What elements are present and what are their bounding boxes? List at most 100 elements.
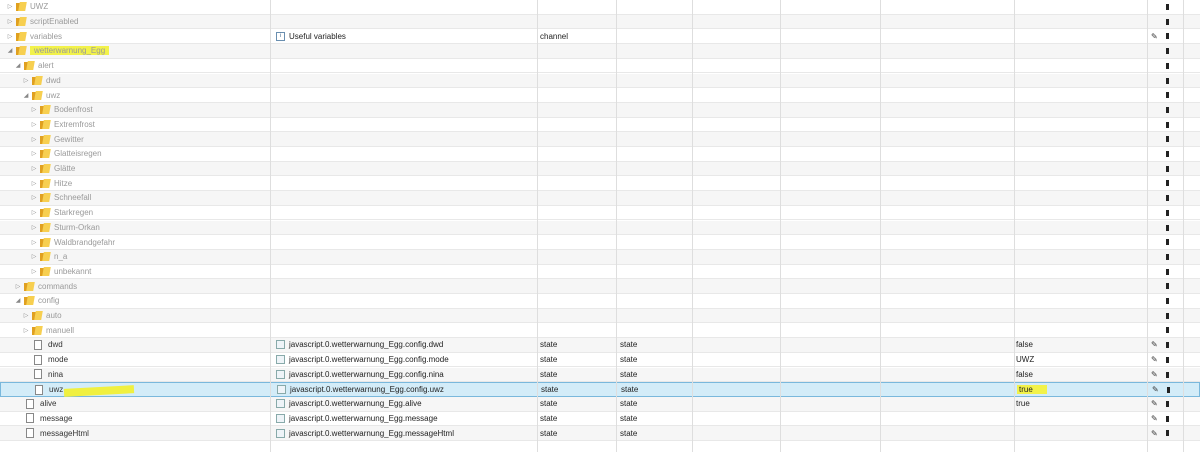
table-row[interactable]: ▷ UWZ	[0, 0, 1200, 15]
expand-toggle-icon[interactable]: ▷	[30, 136, 38, 143]
table-row[interactable]: dwd javascript.0.wetterwarnung_Egg.config…	[0, 338, 1200, 353]
delete-icon[interactable]	[1166, 33, 1169, 40]
tree-item-label[interactable]: Bodenfrost	[54, 105, 93, 114]
expand-toggle-icon[interactable]: ▷	[14, 283, 22, 290]
tree-item-label[interactable]: dwd	[48, 340, 63, 349]
edit-pencil-icon[interactable]: ✎	[1152, 383, 1159, 396]
delete-icon[interactable]	[1166, 298, 1169, 304]
delete-icon[interactable]	[1166, 136, 1169, 143]
expand-toggle-icon[interactable]: ▷	[30, 150, 38, 157]
delete-icon[interactable]	[1166, 106, 1169, 113]
table-row[interactable]: ▷ Starkregen	[0, 206, 1200, 221]
expand-toggle-icon[interactable]: ▷	[30, 224, 38, 231]
expand-toggle-icon[interactable]: ▷	[30, 209, 38, 216]
delete-icon[interactable]	[1166, 327, 1169, 334]
table-row[interactable]: ▷ auto	[0, 308, 1200, 324]
tree-item-label[interactable]: config	[38, 296, 59, 305]
delete-icon[interactable]	[1166, 356, 1169, 363]
expand-toggle-icon[interactable]: ▷	[6, 18, 14, 25]
tree-item-label[interactable]: Glätte	[54, 164, 75, 173]
table-row[interactable]: ◢ uwz	[0, 88, 1200, 103]
tree-item-label[interactable]: Glatteisregen	[54, 149, 102, 158]
tree-item-label[interactable]: auto	[46, 311, 62, 320]
edit-pencil-icon[interactable]: ✎	[1151, 29, 1158, 43]
delete-icon[interactable]	[1166, 283, 1169, 290]
table-row[interactable]: ▷ Bodenfrost	[0, 102, 1200, 118]
tree-item-label[interactable]: uwz	[49, 385, 63, 394]
delete-icon[interactable]	[1166, 77, 1169, 84]
tree-item-label[interactable]: alive	[40, 399, 56, 408]
value-cell[interactable]: true	[1016, 397, 1030, 411]
table-row[interactable]: uwz javascript.0.wetterwarnung_Egg.config…	[0, 382, 1200, 397]
delete-icon[interactable]	[1166, 180, 1169, 187]
edit-pencil-icon[interactable]: ✎	[1151, 338, 1158, 352]
delete-icon[interactable]	[1166, 151, 1169, 157]
collapse-toggle-icon[interactable]: ◢	[14, 62, 22, 69]
value-cell[interactable]: true	[1017, 383, 1047, 396]
delete-icon[interactable]	[1166, 268, 1169, 275]
delete-icon[interactable]	[1166, 165, 1169, 172]
table-row[interactable]: ▷ unbekannt	[0, 265, 1200, 280]
table-row[interactable]: ▷ dwd	[0, 73, 1200, 89]
table-row[interactable]: ▷ scriptEnabled	[0, 14, 1200, 30]
delete-icon[interactable]	[1166, 430, 1169, 437]
table-row[interactable]: ◢ config	[0, 294, 1200, 309]
table-row[interactable]: ▷ Extremfrost	[0, 118, 1200, 133]
tree-item-label[interactable]: dwd	[46, 76, 61, 85]
table-row[interactable]: ▷ Sturm-Orkan	[0, 220, 1200, 236]
tree-item-label[interactable]: uwz	[46, 91, 60, 100]
collapse-toggle-icon[interactable]: ◢	[6, 47, 14, 54]
delete-icon[interactable]	[1166, 62, 1169, 69]
table-row[interactable]: ▷ Hitze	[0, 176, 1200, 192]
table-row[interactable]: ▷ commands	[0, 279, 1200, 294]
delete-icon[interactable]	[1166, 121, 1169, 128]
table-row[interactable]: ◢ alert	[0, 59, 1200, 74]
expand-toggle-icon[interactable]: ▷	[22, 312, 30, 319]
edit-pencil-icon[interactable]: ✎	[1151, 368, 1158, 382]
delete-icon[interactable]	[1166, 253, 1169, 260]
table-row[interactable]: ▷ Gewitter	[0, 132, 1200, 147]
collapse-toggle-icon[interactable]: ◢	[22, 92, 30, 99]
tree-item-label[interactable]: variables	[30, 32, 62, 41]
table-row[interactable]: mode javascript.0.wetterwarnung_Egg.confi…	[0, 353, 1200, 368]
table-row[interactable]: ◢ wetterwarnung_Egg	[0, 44, 1200, 59]
edit-pencil-icon[interactable]: ✎	[1151, 353, 1158, 367]
table-row[interactable]: ▷ variables i Useful variables channel ✎	[0, 29, 1200, 45]
table-row[interactable]: ▷ manuell	[0, 323, 1200, 339]
tree-item-label[interactable]: Hitze	[54, 179, 72, 188]
delete-icon[interactable]	[1167, 387, 1170, 394]
tree-item-label[interactable]: Sturm-Orkan	[54, 223, 100, 232]
tree-item-label[interactable]: Schneefall	[54, 193, 91, 202]
table-row[interactable]: messageHtml javascript.0.wetterwarnung_Eg…	[0, 426, 1200, 441]
tree-item-label[interactable]: wetterwarnung_Egg	[30, 46, 110, 56]
table-row[interactable]: ▷ Waldbrandgefahr	[0, 235, 1200, 250]
expand-toggle-icon[interactable]: ▷	[22, 327, 30, 334]
delete-icon[interactable]	[1166, 342, 1169, 349]
edit-pencil-icon[interactable]: ✎	[1151, 412, 1158, 426]
tree-item-label[interactable]: n_a	[54, 252, 67, 261]
delete-icon[interactable]	[1166, 92, 1169, 99]
delete-icon[interactable]	[1166, 224, 1169, 231]
expand-toggle-icon[interactable]: ▷	[30, 268, 38, 275]
collapse-toggle-icon[interactable]: ◢	[14, 297, 22, 304]
expand-toggle-icon[interactable]: ▷	[6, 33, 14, 40]
tree-item-label[interactable]: Extremfrost	[54, 120, 95, 129]
table-row[interactable]: ▷ Glatteisregen	[0, 147, 1200, 162]
expand-toggle-icon[interactable]: ▷	[30, 180, 38, 187]
tree-item-label[interactable]: nina	[48, 370, 63, 379]
expand-toggle-icon[interactable]: ▷	[30, 121, 38, 128]
delete-icon[interactable]	[1166, 4, 1169, 10]
delete-icon[interactable]	[1166, 18, 1169, 25]
value-cell[interactable]: UWZ	[1016, 353, 1034, 367]
delete-icon[interactable]	[1166, 239, 1169, 246]
delete-icon[interactable]	[1166, 415, 1169, 422]
table-row[interactable]: alive javascript.0.wetterwarnung_Egg.aliv…	[0, 396, 1200, 412]
table-row[interactable]: nina javascript.0.wetterwarnung_Egg.confi…	[0, 367, 1200, 383]
expand-toggle-icon[interactable]: ▷	[30, 239, 38, 246]
expand-toggle-icon[interactable]: ▷	[30, 253, 38, 260]
delete-icon[interactable]	[1166, 48, 1169, 55]
table-row[interactable]: ▷ Schneefall	[0, 191, 1200, 206]
expand-toggle-icon[interactable]: ▷	[30, 165, 38, 172]
table-row[interactable]: ▷ n_a	[0, 249, 1200, 265]
value-cell[interactable]: false	[1016, 368, 1033, 382]
